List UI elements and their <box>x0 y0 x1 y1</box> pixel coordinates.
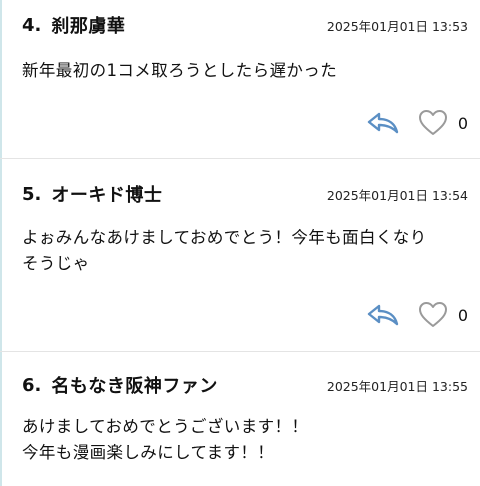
comment-body: 新年最初の1コメ取ろうとしたら遅かった <box>22 61 338 80</box>
comment-number: 4. <box>22 14 42 36</box>
comment-actions: 0 <box>366 298 468 332</box>
comment-actions: 0 <box>366 106 468 140</box>
reply-arrow-icon[interactable] <box>366 303 400 327</box>
comment-header: 6. 名もなき阪神ファン 2025年01月01日 13:55 <box>22 372 468 398</box>
heart-outline-icon[interactable] <box>418 301 448 329</box>
comment-body: あけましておめでとうございます！！ 今年も漫画楽しみにしてます！！ <box>22 417 309 462</box>
comment-header: 4. 刹那虜華 2025年01月01日 13:53 <box>22 12 468 38</box>
comment-timestamp: 2025年01月01日 13:54 <box>326 187 468 203</box>
like-count: 0 <box>457 113 468 133</box>
comment-body: よぉみんなあけましておめでとう！今年も面白くなり そうじゃ <box>22 228 427 273</box>
comment-number: 6. <box>22 374 42 396</box>
comment-author[interactable]: オーキド博士 <box>51 181 162 207</box>
comment-item: 6. 名もなき阪神ファン 2025年01月01日 13:55 あけましておめでと… <box>0 352 480 486</box>
comment-author[interactable]: 名もなき阪神ファン <box>51 372 218 398</box>
like-count: 0 <box>457 305 468 325</box>
comment-item: 5. オーキド博士 2025年01月01日 13:54 よぉみんなあけましておめ… <box>0 159 480 352</box>
reply-arrow-icon[interactable] <box>366 111 400 135</box>
comment-timestamp: 2025年01月01日 13:53 <box>326 18 468 34</box>
comment-timestamp: 2025年01月01日 13:55 <box>326 378 468 394</box>
comment-number: 5. <box>22 183 42 205</box>
comment-header: 5. オーキド博士 2025年01月01日 13:54 <box>22 181 468 207</box>
comment-item: 4. 刹那虜華 2025年01月01日 13:53 新年最初の1コメ取ろうとした… <box>0 0 480 159</box>
comment-author[interactable]: 刹那虜華 <box>51 12 125 38</box>
comment-list: 4. 刹那虜華 2025年01月01日 13:53 新年最初の1コメ取ろうとした… <box>0 0 480 486</box>
heart-outline-icon[interactable] <box>418 109 448 137</box>
